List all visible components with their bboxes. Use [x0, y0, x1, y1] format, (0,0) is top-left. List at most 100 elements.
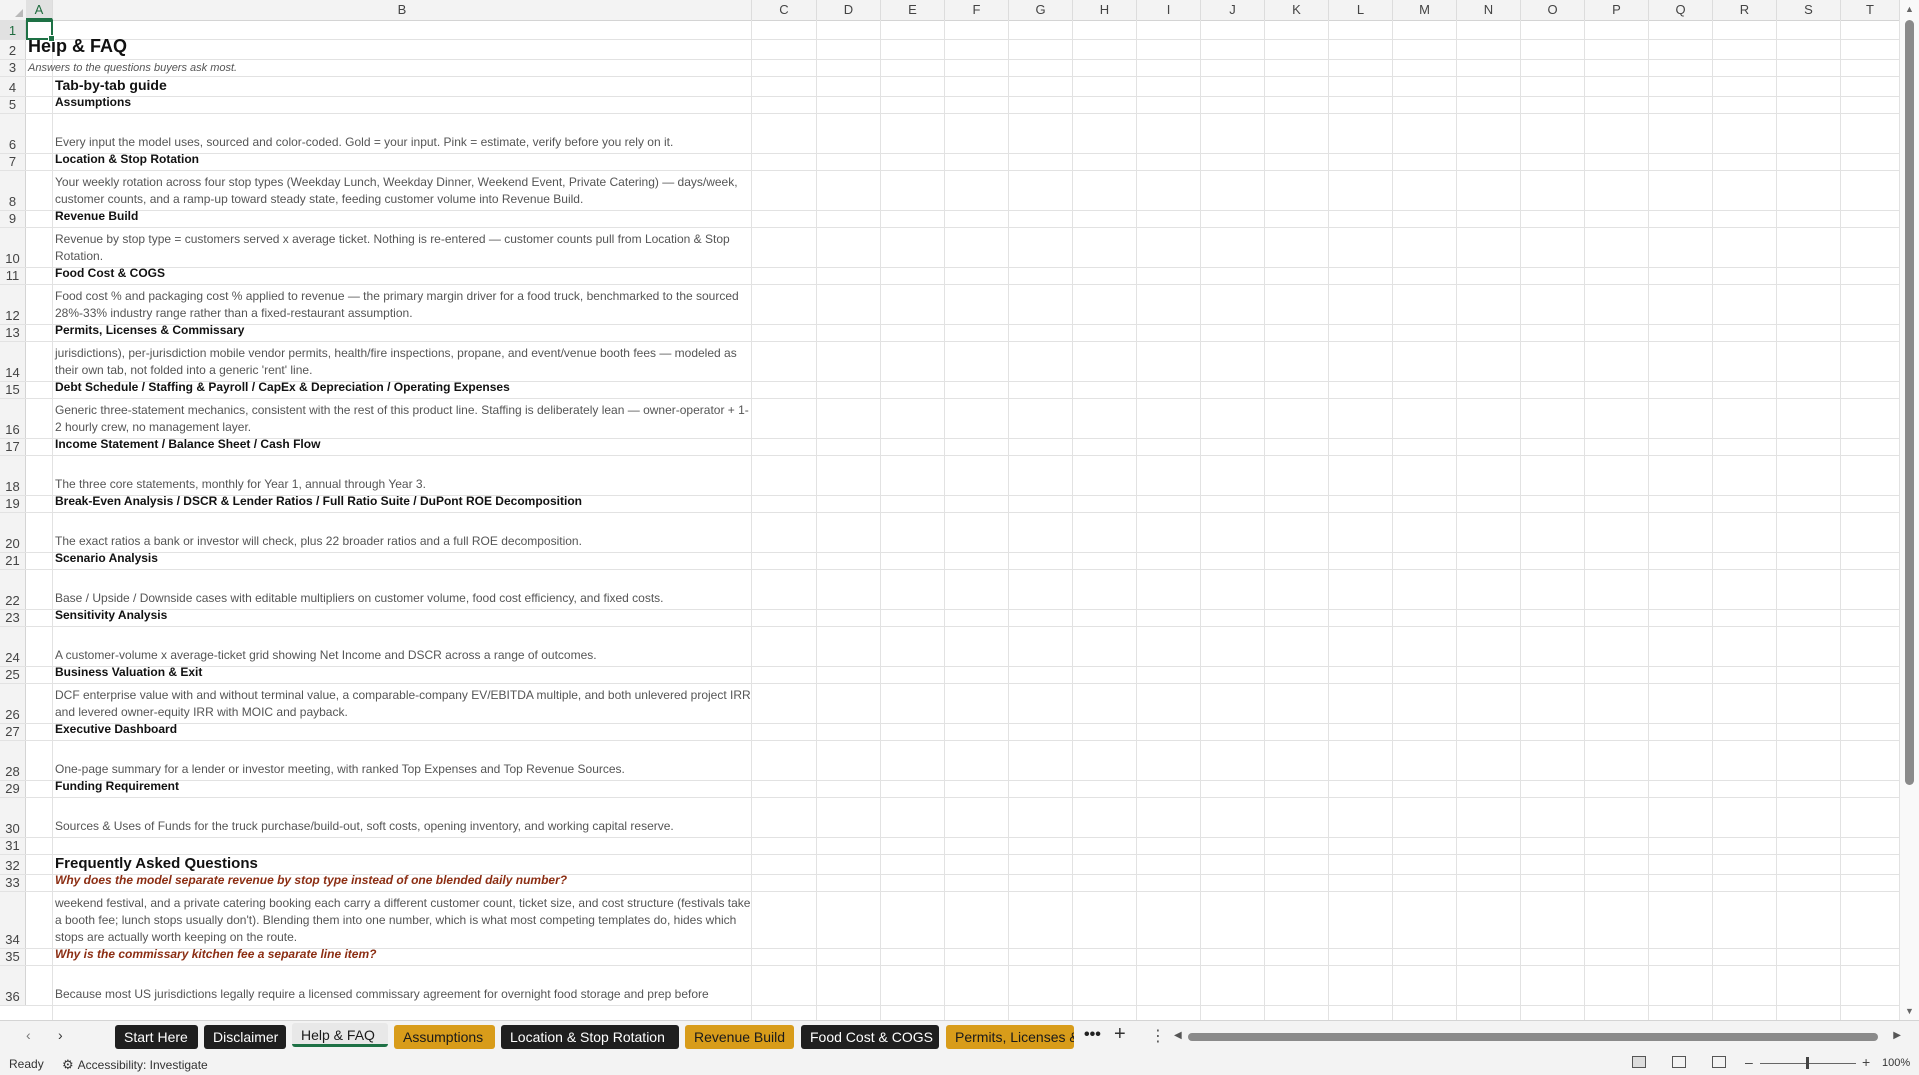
column-header-c[interactable]: C	[752, 0, 817, 20]
zoom-in-button[interactable]: +	[1862, 1054, 1870, 1070]
sheet-row-33[interactable]: 33 Why does the model separate revenue by…	[0, 873, 1900, 892]
row-header-11[interactable]: 11	[0, 268, 26, 284]
sheet-row-2[interactable]: 2 Help & FAQ	[0, 36, 1900, 60]
column-header-d[interactable]: D	[817, 0, 881, 20]
normal-view-icon[interactable]	[1632, 1056, 1646, 1068]
sheet-row-16[interactable]: 16 Generic three-statement mechanics, con…	[0, 399, 1900, 439]
horizontal-scrollbar[interactable]: ◀ ▶	[1174, 1030, 1901, 1041]
row-header-5[interactable]: 5	[0, 97, 26, 113]
row-header-27[interactable]: 27	[0, 724, 26, 740]
scroll-up-icon[interactable]: ▲	[1905, 4, 1914, 14]
row-header-35[interactable]: 35	[0, 949, 26, 965]
column-header-f[interactable]: F	[945, 0, 1009, 20]
column-header-h[interactable]: H	[1073, 0, 1137, 20]
sheet-row-5[interactable]: 5 Assumptions	[0, 95, 1900, 114]
sheet-row-28[interactable]: 28 One-page summary for a lender or inves…	[0, 741, 1900, 781]
sheet-tab-location-stop-rotation[interactable]: Location & Stop Rotation	[501, 1025, 679, 1049]
sheet-row-15[interactable]: 15 Debt Schedule / Staffing & Payroll / C…	[0, 380, 1900, 399]
column-header-a[interactable]: A	[26, 0, 53, 20]
zoom-out-button[interactable]: –	[1745, 1054, 1753, 1070]
row-header-18[interactable]: 18	[0, 456, 26, 495]
column-header-l[interactable]: L	[1329, 0, 1393, 20]
sheet-row-29[interactable]: 29 Funding Requirement	[0, 779, 1900, 798]
row-header-22[interactable]: 22	[0, 570, 26, 609]
row-header-10[interactable]: 10	[0, 228, 26, 267]
column-header-m[interactable]: M	[1393, 0, 1457, 20]
row-header-32[interactable]: 32	[0, 855, 26, 874]
sheet-row-21[interactable]: 21 Scenario Analysis	[0, 551, 1900, 570]
sheet-row-18[interactable]: 18 The three core statements, monthly for…	[0, 456, 1900, 496]
more-sheets-icon[interactable]: •••	[1084, 1026, 1101, 1044]
add-sheet-button[interactable]: +	[1114, 1023, 1126, 1046]
row-header-16[interactable]: 16	[0, 399, 26, 438]
row-header-13[interactable]: 13	[0, 325, 26, 341]
zoom-level[interactable]: 100%	[1882, 1057, 1910, 1069]
active-cell-A1[interactable]	[26, 20, 55, 42]
zoom-slider-knob[interactable]	[1806, 1057, 1809, 1069]
sheet-options-icon[interactable]: ⋮	[1150, 1026, 1166, 1046]
row-header-8[interactable]: 8	[0, 171, 26, 210]
sheet-tab-food-cost-cogs[interactable]: Food Cost & COGS	[801, 1025, 939, 1049]
column-header-r[interactable]: R	[1713, 0, 1777, 20]
column-header-j[interactable]: J	[1201, 0, 1265, 20]
row-header-1[interactable]: 1	[0, 20, 26, 39]
row-header-25[interactable]: 25	[0, 667, 26, 683]
row-header-19[interactable]: 19	[0, 496, 26, 512]
sheet-row-9[interactable]: 9 Revenue Build	[0, 209, 1900, 228]
sheet-row-27[interactable]: 27 Executive Dashboard	[0, 722, 1900, 741]
column-header-t[interactable]: T	[1841, 0, 1900, 20]
row-header-29[interactable]: 29	[0, 781, 26, 797]
sheet-row-30[interactable]: 30 Sources & Uses of Funds for the truck …	[0, 798, 1900, 838]
sheet-row-22[interactable]: 22 Base / Upside / Downside cases with ed…	[0, 570, 1900, 610]
chevron-left-icon[interactable]: ‹	[26, 1027, 31, 1043]
row-header-28[interactable]: 28	[0, 741, 26, 780]
sheet-row-3[interactable]: 3 Answers to the questions buyers ask mos…	[0, 60, 1900, 77]
sheet-row-6[interactable]: 6 Every input the model uses, sourced and…	[0, 114, 1900, 154]
sheet-row-24[interactable]: 24 A customer-volume x average-ticket gri…	[0, 627, 1900, 667]
horizontal-scroll-thumb[interactable]	[1188, 1033, 1878, 1041]
row-header-23[interactable]: 23	[0, 610, 26, 626]
sheet-row-10[interactable]: 10 Revenue by stop type = customers serve…	[0, 228, 1900, 268]
row-header-2[interactable]: 2	[0, 40, 26, 59]
sheet-tab-disclaimer[interactable]: Disclaimer	[204, 1025, 286, 1049]
row-header-21[interactable]: 21	[0, 553, 26, 569]
sheet-row-36[interactable]: 36 Because most US jurisdictions legally …	[0, 966, 1900, 1006]
row-header-4[interactable]: 4	[0, 77, 26, 96]
column-header-q[interactable]: Q	[1649, 0, 1713, 20]
select-all-button[interactable]	[0, 0, 27, 20]
row-header-30[interactable]: 30	[0, 798, 26, 837]
row-header-15[interactable]: 15	[0, 382, 26, 398]
vertical-scrollbar[interactable]: ▲ ▼	[1900, 0, 1919, 1020]
column-header-i[interactable]: I	[1137, 0, 1201, 20]
sheet-row-26[interactable]: 26 DCF enterprise value with and without …	[0, 684, 1900, 724]
row-header-6[interactable]: 6	[0, 114, 26, 153]
row-header-9[interactable]: 9	[0, 211, 26, 227]
vertical-scroll-thumb[interactable]	[1905, 20, 1914, 785]
sheet-row-14[interactable]: 14 jurisdictions), per-jurisdiction mobil…	[0, 342, 1900, 382]
sheet-row-31[interactable]: 31	[0, 838, 1900, 855]
row-header-24[interactable]: 24	[0, 627, 26, 666]
column-header-g[interactable]: G	[1009, 0, 1073, 20]
row-header-7[interactable]: 7	[0, 154, 26, 170]
row-header-31[interactable]: 31	[0, 838, 26, 854]
column-header-p[interactable]: P	[1585, 0, 1649, 20]
row-header-17[interactable]: 17	[0, 439, 26, 455]
sheet-row-35[interactable]: 35 Why is the commissary kitchen fee a se…	[0, 947, 1900, 966]
sheet-row-12[interactable]: 12 Food cost % and packaging cost % appli…	[0, 285, 1900, 325]
sheet-row-13[interactable]: 13 Permits, Licenses & Commissary	[0, 323, 1900, 342]
row-header-34[interactable]: 34	[0, 892, 26, 948]
page-break-icon[interactable]	[1712, 1056, 1726, 1068]
row-header-20[interactable]: 20	[0, 513, 26, 552]
sheet-row-23[interactable]: 23 Sensitivity Analysis	[0, 608, 1900, 627]
scroll-left-icon[interactable]: ◀	[1174, 1030, 1182, 1041]
row-header-36[interactable]: 36	[0, 966, 26, 1005]
accessibility-status[interactable]: ⚙ Accessibility: Investigate	[62, 1057, 208, 1073]
row-header-33[interactable]: 33	[0, 875, 26, 891]
scroll-down-icon[interactable]: ▼	[1905, 1006, 1914, 1016]
sheet-row-19[interactable]: 19 Break-Even Analysis / DSCR & Lender Ra…	[0, 494, 1900, 513]
sheet-row-20[interactable]: 20 The exact ratios a bank or investor wi…	[0, 513, 1900, 553]
row-header-26[interactable]: 26	[0, 684, 26, 723]
sheet-row-8[interactable]: 8 Your weekly rotation across four stop t…	[0, 171, 1900, 211]
sheet-tab-help-faq[interactable]: Help & FAQ	[292, 1023, 388, 1047]
sheet-row-7[interactable]: 7 Location & Stop Rotation	[0, 152, 1900, 171]
